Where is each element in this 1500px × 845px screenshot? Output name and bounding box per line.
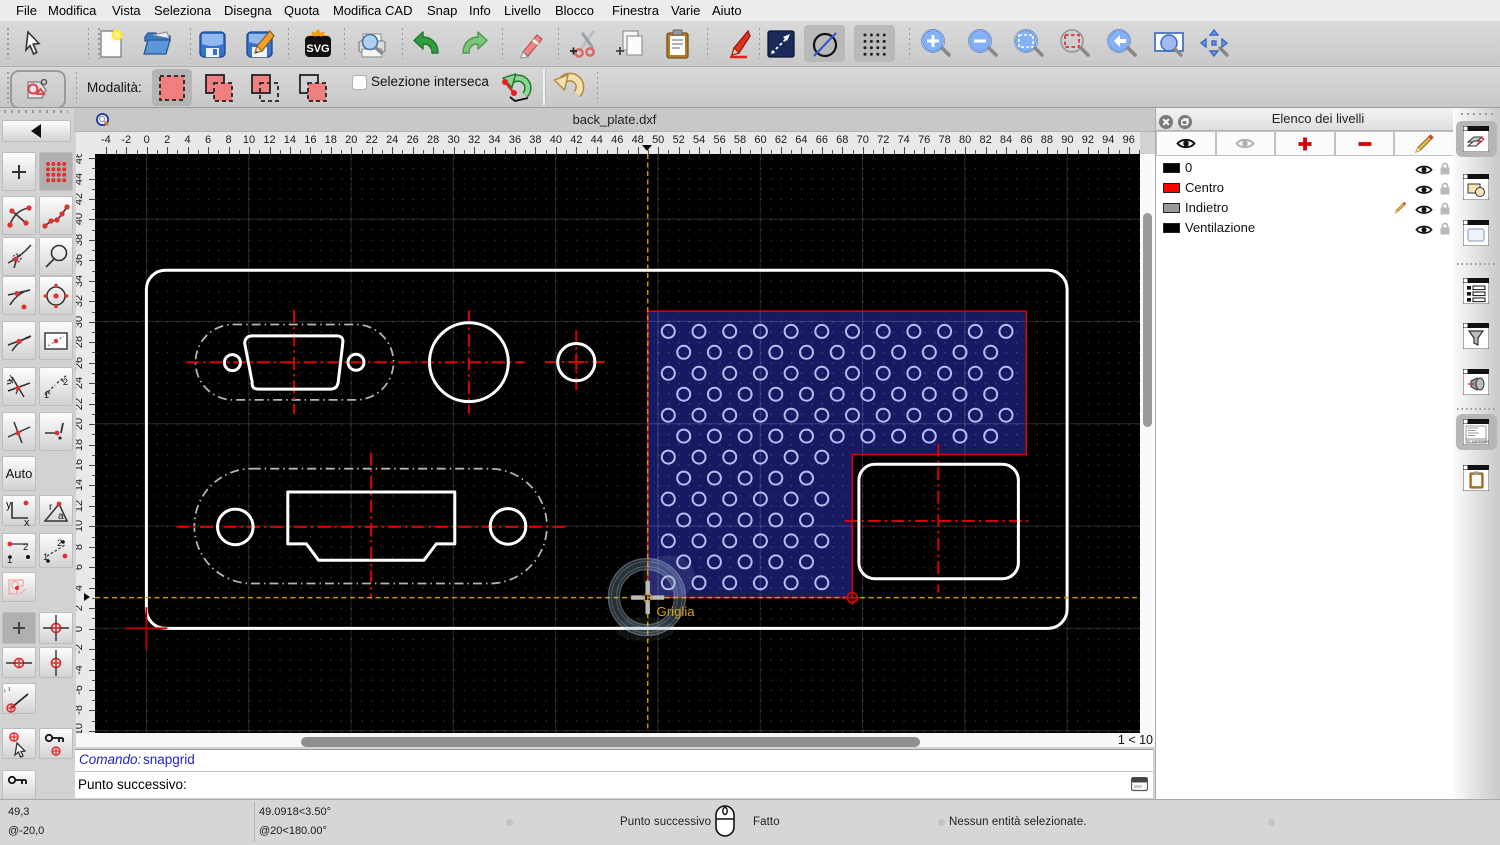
svg-text:SVG: SVG [306, 43, 329, 55]
svg-text:2: 2 [23, 542, 28, 553]
svg-text:x: x [24, 517, 30, 526]
svg-text:2: 2 [57, 538, 62, 549]
svg-text:Griglia: Griglia [657, 604, 696, 619]
svg-text:C: command: C: command [1467, 438, 1489, 443]
svg-text:y: y [6, 499, 12, 511]
svg-text:a: a [58, 511, 64, 522]
